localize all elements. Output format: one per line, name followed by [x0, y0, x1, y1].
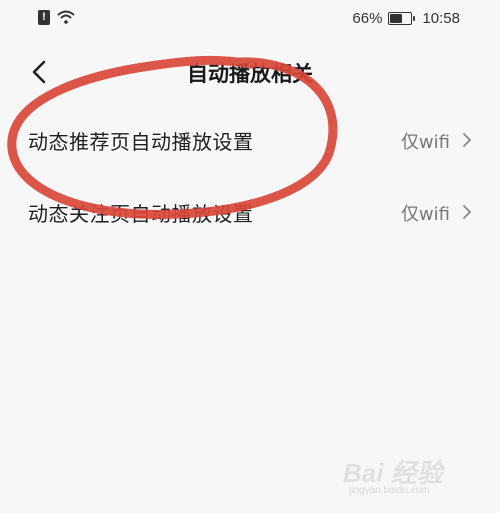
page-title: 自动播放相关 — [187, 62, 313, 86]
status-time: 10:58 — [422, 10, 460, 27]
setting-row-follow-autoplay[interactable]: 动态关注页自动播放设置 仅wifi — [0, 176, 500, 248]
wifi-icon — [57, 10, 75, 24]
notification-alert-icon: ! — [38, 10, 50, 25]
setting-label: 动态推荐页自动播放设置 — [28, 130, 254, 154]
status-bar: ! 66% 10:58 — [0, 0, 500, 38]
status-left: ! — [38, 10, 76, 25]
screen: ! 66% 10:58 自动播放相关 动态推荐页自动播放设置 仅wifi 动态关… — [0, 0, 500, 513]
watermark-logo: Bai 经验 jingyan.baidu.com — [343, 451, 478, 499]
settings-list: 动态推荐页自动播放设置 仅wifi 动态关注页自动播放设置 仅wifi — [0, 104, 500, 248]
battery-icon — [388, 12, 416, 25]
setting-value: 仅wifi — [400, 132, 450, 153]
battery-percent: 66% — [352, 10, 383, 27]
setting-label: 动态关注页自动播放设置 — [28, 202, 254, 226]
setting-value: 仅wifi — [400, 204, 450, 225]
chevron-right-icon — [463, 133, 471, 147]
status-right: 66% 10:58 — [352, 10, 460, 27]
battery-fill — [390, 14, 403, 23]
header: 自动播放相关 — [0, 48, 500, 98]
chevron-right-icon — [463, 205, 471, 219]
setting-row-recommend-autoplay[interactable]: 动态推荐页自动播放设置 仅wifi — [0, 104, 500, 176]
watermark-url: jingyan.baidu.com — [349, 485, 430, 496]
